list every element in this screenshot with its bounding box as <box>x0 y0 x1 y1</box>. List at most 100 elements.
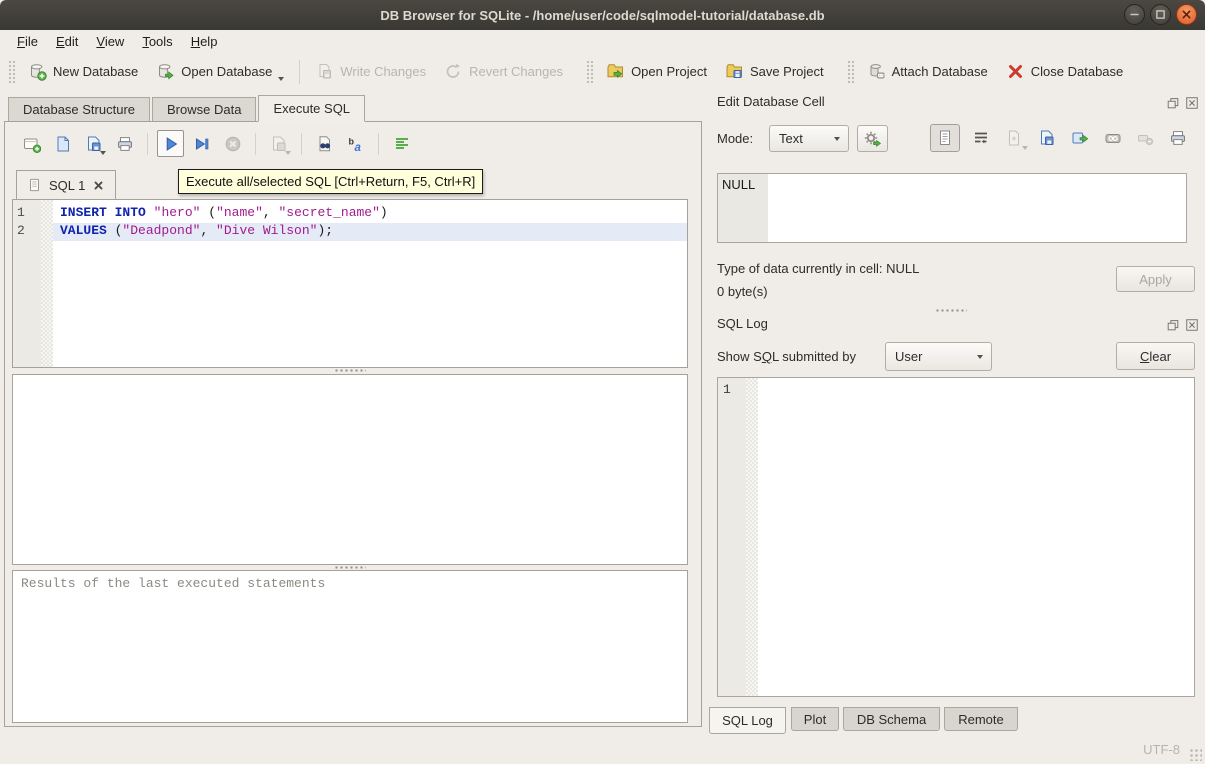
results-message-panel[interactable]: Results of the last executed statements <box>12 570 688 723</box>
sql-log-view[interactable]: 1 <box>717 377 1195 697</box>
link-data-button[interactable] <box>1098 124 1128 152</box>
sql-editor[interactable]: 12 INSERT INTO "hero" ("name", "secret_n… <box>12 199 688 368</box>
maximize-button[interactable] <box>1150 4 1171 25</box>
execute-all-button[interactable] <box>157 130 184 157</box>
code-line[interactable]: INSERT INTO "hero" ("name", "secret_name… <box>53 205 687 223</box>
text-mode-button[interactable] <box>930 124 960 152</box>
auto-apply-button[interactable] <box>857 125 888 152</box>
menu-help[interactable]: Help <box>182 32 227 51</box>
close-database-label: Close Database <box>1031 64 1124 79</box>
editor-gutter-numbers: 12 <box>13 200 41 367</box>
dock-tab-db-schema[interactable]: DB Schema <box>843 707 940 731</box>
toolbar-drag-handle[interactable] <box>847 60 854 84</box>
sql-toolbar-separator <box>147 133 148 155</box>
open-sql-tab-button[interactable] <box>18 130 45 157</box>
mode-value: Text <box>779 131 803 146</box>
sql-toolbar: b a <box>18 130 415 157</box>
minimize-button[interactable] <box>1124 4 1145 25</box>
print-cell-icon <box>1169 129 1187 147</box>
print-sql-button[interactable] <box>111 130 138 157</box>
tab-database-structure[interactable]: Database Structure <box>8 97 150 121</box>
menu-view[interactable]: View <box>87 32 133 51</box>
menu-edit[interactable]: Edit <box>47 32 87 51</box>
dock-tab-sql-log[interactable]: SQL Log <box>709 707 786 734</box>
minimize-icon <box>1125 4 1144 25</box>
open-sql-file-button[interactable] <box>49 130 76 157</box>
editor-splitter-handle[interactable] <box>334 368 366 373</box>
execute-current-line-button[interactable] <box>188 130 215 157</box>
export-cell-data-button[interactable] <box>1032 124 1062 152</box>
sql-document-tab[interactable]: SQL 1 <box>16 170 116 199</box>
menu-tools[interactable]: Tools <box>133 32 181 51</box>
titlebar[interactable]: DB Browser for SQLite - /home/user/code/… <box>0 0 1205 30</box>
float-panel-button[interactable] <box>1165 317 1180 332</box>
save-project-button[interactable]: Save Project <box>716 57 833 86</box>
revert-changes-icon <box>444 62 463 81</box>
attach-database-button[interactable]: Attach Database <box>858 57 997 86</box>
save-cell-file-icon <box>1038 129 1056 147</box>
float-icon <box>1166 96 1180 110</box>
sql-toolbar-separator <box>255 133 256 155</box>
toolbar-drag-handle[interactable] <box>8 60 15 84</box>
tab-browse-data[interactable]: Browse Data <box>152 97 256 121</box>
dock-tab-plot[interactable]: Plot <box>791 707 839 731</box>
float-icon <box>1166 318 1180 332</box>
toolbar-drag-handle[interactable] <box>586 60 593 84</box>
close-panel-button[interactable] <box>1184 317 1199 332</box>
new-database-icon <box>28 62 47 81</box>
save-sql-dropdown-arrow[interactable] <box>100 151 106 155</box>
execute-play-icon <box>162 135 180 153</box>
main-toolbar: New Database Open Database Write Changes… <box>0 53 1205 90</box>
execute-sql-tooltip: Execute all/selected SQL [Ctrl+Return, F… <box>178 169 483 194</box>
close-panel-button[interactable] <box>1184 95 1199 110</box>
line-number: 2 <box>13 223 41 241</box>
close-panel-icon <box>1185 318 1199 332</box>
results-placeholder: Results of the last executed statements <box>21 576 325 591</box>
results-table-panel[interactable] <box>12 374 688 565</box>
close-sql-tab-icon[interactable] <box>92 179 105 192</box>
close-window-button[interactable] <box>1176 4 1197 25</box>
toolbar-separator <box>299 60 300 84</box>
find-button[interactable] <box>311 130 338 157</box>
dock-tab-remote[interactable]: Remote <box>944 707 1018 731</box>
window-controls <box>1124 4 1197 25</box>
float-panel-button[interactable] <box>1165 95 1180 110</box>
word-wrap-button[interactable] <box>966 124 996 152</box>
word-wrap-icon <box>972 129 990 147</box>
export-arrow-icon <box>1071 129 1089 147</box>
mode-combobox[interactable]: Text <box>769 125 849 152</box>
format-sql-icon <box>393 135 411 153</box>
line-number: 1 <box>13 205 41 223</box>
open-database-dropdown-arrow[interactable] <box>278 77 284 81</box>
open-project-button[interactable]: Open Project <box>597 57 716 86</box>
menu-file[interactable]: File <box>8 32 47 51</box>
print-cell-button[interactable] <box>1163 124 1193 152</box>
set-null-icon <box>1136 129 1154 147</box>
menubar: File Edit View Tools Help <box>0 30 1205 53</box>
cell-type-info: Type of data currently in cell: NULL <box>717 261 919 276</box>
dock-splitter-handle[interactable] <box>935 308 967 313</box>
format-sql-button[interactable] <box>388 130 415 157</box>
new-database-button[interactable]: New Database <box>19 57 147 86</box>
log-filter-combobox[interactable]: User <box>885 342 992 371</box>
open-database-button[interactable]: Open Database <box>147 57 293 86</box>
apply-button: Apply <box>1116 266 1195 292</box>
clear-log-button[interactable]: Clear <box>1116 342 1195 370</box>
auto-completion-button[interactable]: b a <box>342 130 369 157</box>
close-database-button[interactable]: Close Database <box>997 57 1133 86</box>
save-sql-file-button[interactable] <box>80 130 107 157</box>
tab-execute-sql[interactable]: Execute SQL <box>258 95 365 122</box>
editor-code-lines[interactable]: INSERT INTO "hero" ("name", "secret_name… <box>53 200 687 241</box>
resize-grip[interactable] <box>1189 748 1202 761</box>
text-document-icon <box>936 129 954 147</box>
cell-editor[interactable]: NULL <box>717 173 1187 243</box>
code-line[interactable]: VALUES ("Deadpond", "Dive Wilson"); <box>53 223 687 241</box>
editor-fold-margin <box>41 200 53 367</box>
stop-execution-button <box>219 130 246 157</box>
attach-database-icon <box>867 62 886 81</box>
write-changes-icon <box>315 62 334 81</box>
log-gutter <box>718 378 746 696</box>
stop-icon <box>224 135 242 153</box>
open-in-external-button[interactable] <box>1065 124 1095 152</box>
sql-toolbar-separator <box>301 133 302 155</box>
